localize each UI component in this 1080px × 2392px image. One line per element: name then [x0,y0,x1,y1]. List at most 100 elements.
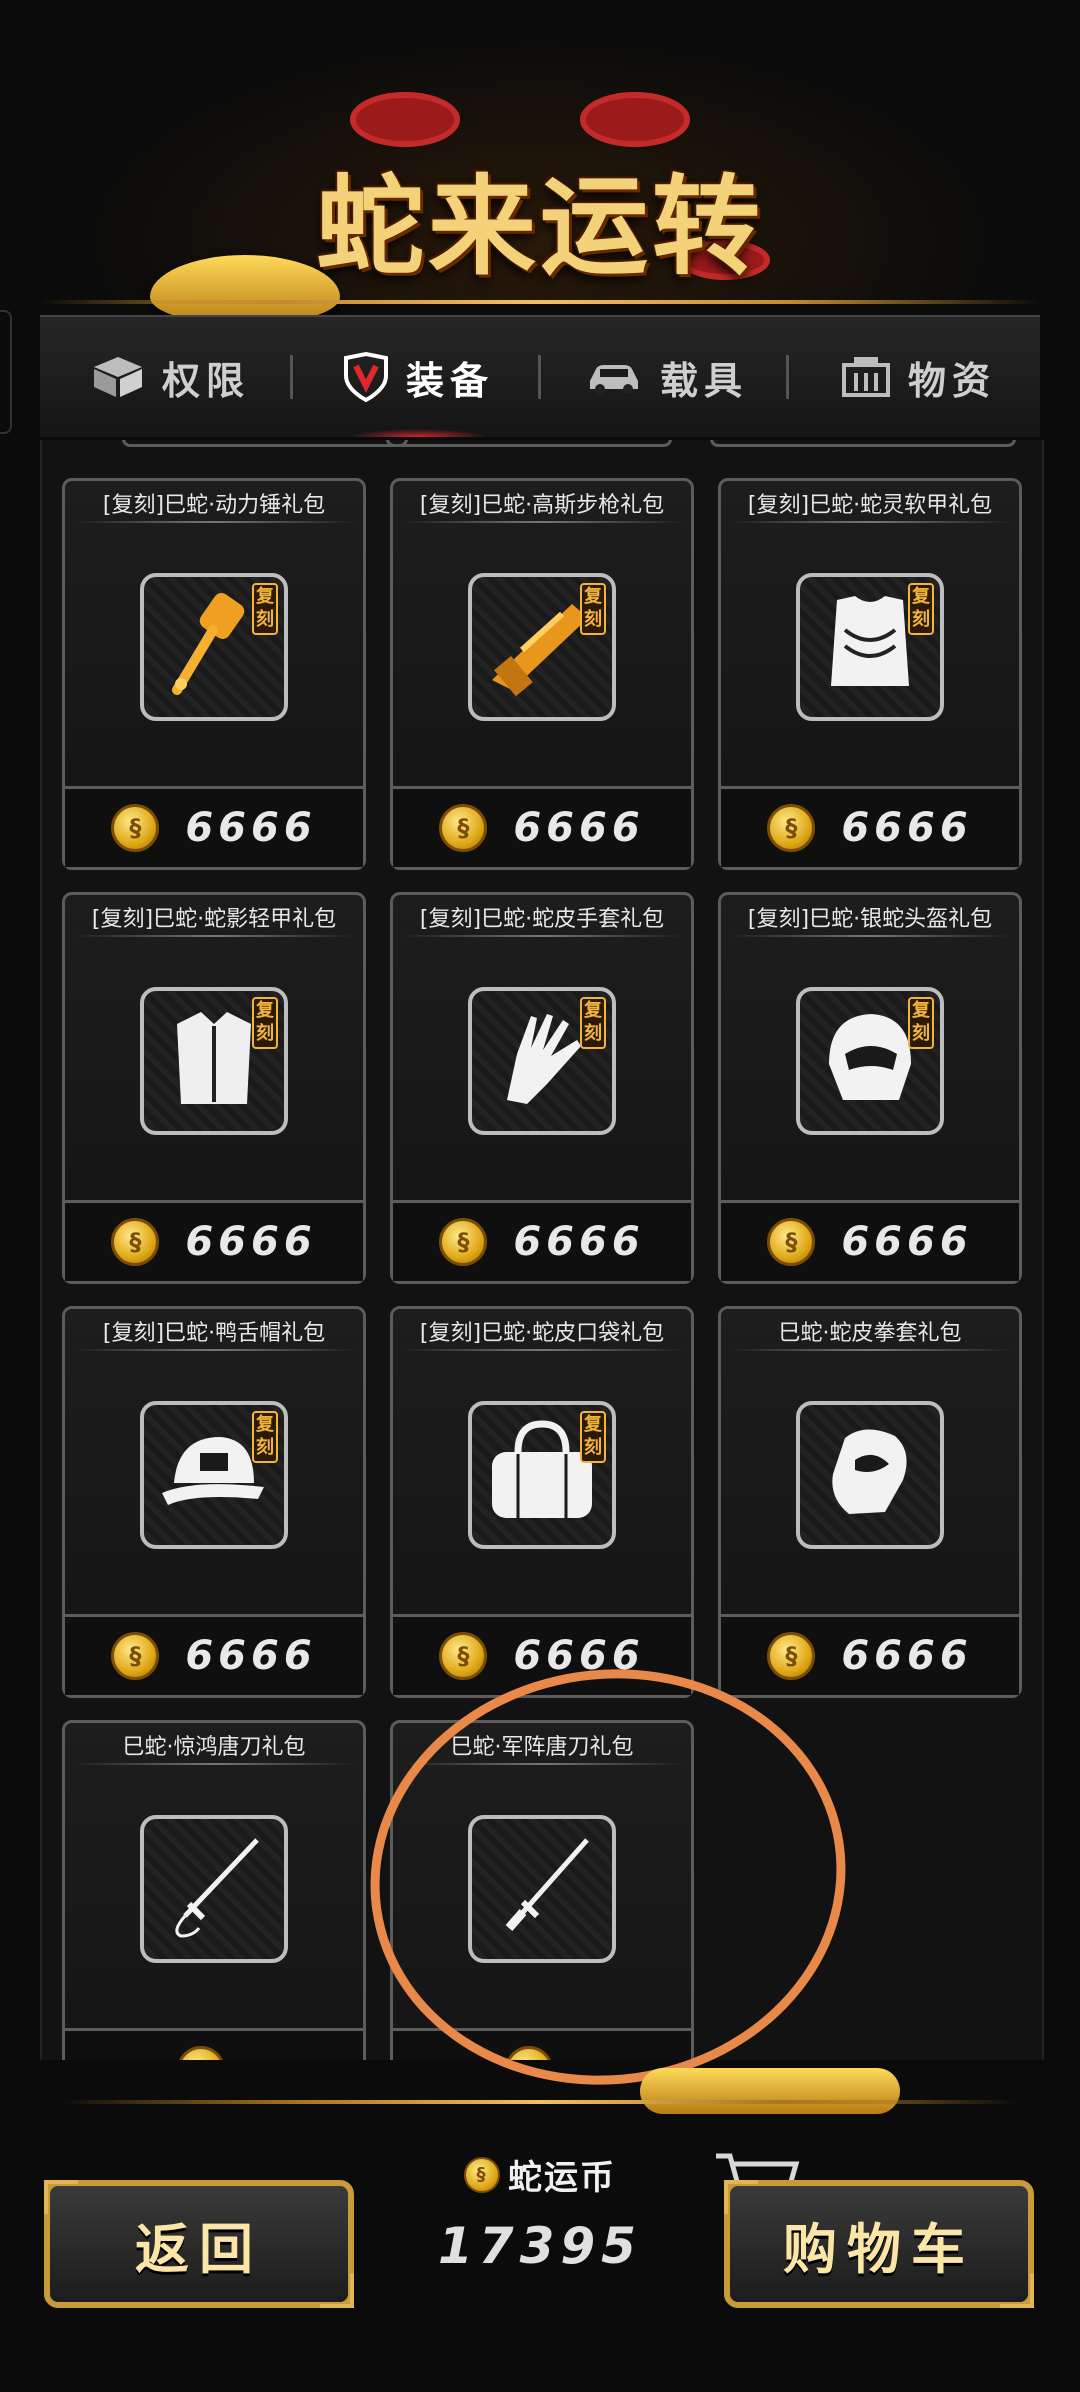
item-card[interactable]: 巳蛇·惊鸿唐刀礼包 § [62,1720,366,2060]
reissue-badge: 复刻 [908,997,934,1049]
item-price: 6666 [185,1633,317,1679]
price-bar: § 6666 [721,1614,1019,1695]
divider [401,521,683,523]
box-icon [90,355,146,399]
divider [73,1763,355,1765]
item-card[interactable]: [复刻]巳蛇·鸭舌帽礼包 复刻 § 6666 [62,1306,366,1698]
item-card[interactable]: [复刻]巳蛇·蛇皮口袋礼包 复刻 § 6666 [390,1306,694,1698]
price-bar: § [65,2028,363,2060]
back-button-label: 返回 [135,2217,263,2281]
currency-amount: 17395 [438,2217,642,2275]
price-bar: § 6666 [65,1200,363,1281]
tab-separator [290,355,293,399]
divider [73,1349,355,1351]
card-partial [710,440,1016,447]
item-icon-frame: 复刻 [140,987,288,1135]
cart-button[interactable]: 购物车 [724,2180,1034,2308]
item-icon-frame: 复刻 [468,987,616,1135]
divider [73,521,355,523]
tab-label: 载具 [659,358,748,403]
price-bar: § 6666 [721,1200,1019,1281]
shield-icon [342,352,390,402]
divider [73,935,355,937]
golden-snake-decoration [640,2068,900,2114]
car-icon [584,359,644,395]
tab-separator [538,355,541,399]
card-partial [122,440,408,447]
cart-button-label: 购物车 [783,2217,975,2281]
item-icon-frame: 复刻 [796,987,944,1135]
item-title: [复刻]巳蛇·鸭舌帽礼包 [102,1321,326,1346]
item-price: 6666 [841,1219,973,1265]
item-icon-frame: 复刻 [140,573,288,721]
divider [60,2100,1020,2104]
tab-label: 权限 [161,358,250,403]
divider [401,1349,683,1351]
price-bar: § 6666 [65,786,363,867]
item-title: 巳蛇·蛇皮拳套礼包 [778,1321,962,1346]
crate-icon [840,355,892,399]
tab-separator [786,355,789,399]
snake-coin-icon: § [111,804,160,852]
currency-label: 蛇运币 [508,2158,616,2198]
divider [729,935,1011,937]
item-card[interactable]: [复刻]巳蛇·蛇皮手套礼包 复刻 § 6666 [390,892,694,1284]
reissue-badge: 复刻 [252,997,278,1049]
item-title: [复刻]巳蛇·高斯步枪礼包 [419,493,665,518]
currency-label-row: § 蛇运币 [390,2150,690,2199]
reissue-badge: 复刻 [908,583,934,635]
reissue-badge: 复刻 [580,583,606,635]
snake-coin-icon: § [767,1632,816,1680]
item-icon-frame: 复刻 [796,573,944,721]
snake-coin-icon: § [464,2156,500,2193]
item-card[interactable]: [复刻]巳蛇·蛇影轻甲礼包 复刻 § 6666 [62,892,366,1284]
divider [729,1349,1011,1351]
event-title: 蛇来运转 [315,165,764,290]
item-price: 6666 [841,805,973,851]
snake-coin-icon: § [177,2046,225,2060]
item-title: [复刻]巳蛇·蛇皮口袋礼包 [419,1321,665,1346]
price-bar: § 6666 [721,786,1019,867]
item-card[interactable]: 巳蛇·蛇皮拳套礼包 § 6666 [718,1306,1022,1698]
snake-coin-icon: § [439,1632,488,1680]
item-card[interactable]: [复刻]巳蛇·动力锤礼包 复刻 § 6666 [62,478,366,870]
price-bar: § 6666 [65,1614,363,1695]
currency-balance: § 蛇运币 17395 [390,2150,690,2290]
price-bar: § 6666 [393,1200,691,1281]
cloud-decoration [580,92,690,147]
item-title: [复刻]巳蛇·动力锤礼包 [102,493,326,518]
tab-equipment[interactable]: 装备 [308,317,528,437]
snake-coin-icon: § [439,1218,488,1266]
tab-permissions[interactable]: 权限 [60,317,280,437]
item-title: [复刻]巳蛇·蛇皮手套礼包 [419,907,665,932]
item-price: 6666 [513,1219,645,1265]
item-card[interactable]: [复刻]巳蛇·银蛇头盔礼包 复刻 § 6666 [718,892,1022,1284]
item-price: 6666 [513,805,645,851]
item-title: [复刻]巳蛇·蛇灵软甲礼包 [747,493,993,518]
side-handle[interactable] [0,310,12,434]
item-icon-frame [796,1401,944,1549]
reissue-badge: 复刻 [252,1411,278,1463]
item-title: [复刻]巳蛇·银蛇头盔礼包 [747,907,993,932]
snake-coin-icon: § [439,804,488,852]
snake-coin-icon: § [111,1632,160,1680]
divider [729,521,1011,523]
boxing-glove-icon [815,1418,925,1532]
tang-sword-icon [159,1832,269,1946]
reissue-badge: 复刻 [580,997,606,1049]
item-title: 巳蛇·惊鸿唐刀礼包 [122,1735,306,1760]
header-banner: 蛇来运转 [0,0,1080,325]
tab-supplies[interactable]: 物资 [806,317,1030,437]
cloud-decoration [350,92,460,147]
category-tabs: 权限 装备 载具 物资 [40,315,1040,437]
item-card[interactable]: [复刻]巳蛇·高斯步枪礼包 复刻 § 6666 [390,478,694,870]
item-icon-frame: 复刻 [468,1401,616,1549]
snake-coin-icon: § [767,1218,816,1266]
item-card[interactable]: [复刻]巳蛇·蛇灵软甲礼包 复刻 § 6666 [718,478,1022,870]
back-button[interactable]: 返回 [44,2180,354,2308]
item-price: 6666 [841,1633,973,1679]
tab-vehicles[interactable]: 载具 [556,317,776,437]
item-price: 6666 [185,1219,317,1265]
snake-coin-icon: § [111,1218,160,1266]
card-partial [386,440,672,447]
